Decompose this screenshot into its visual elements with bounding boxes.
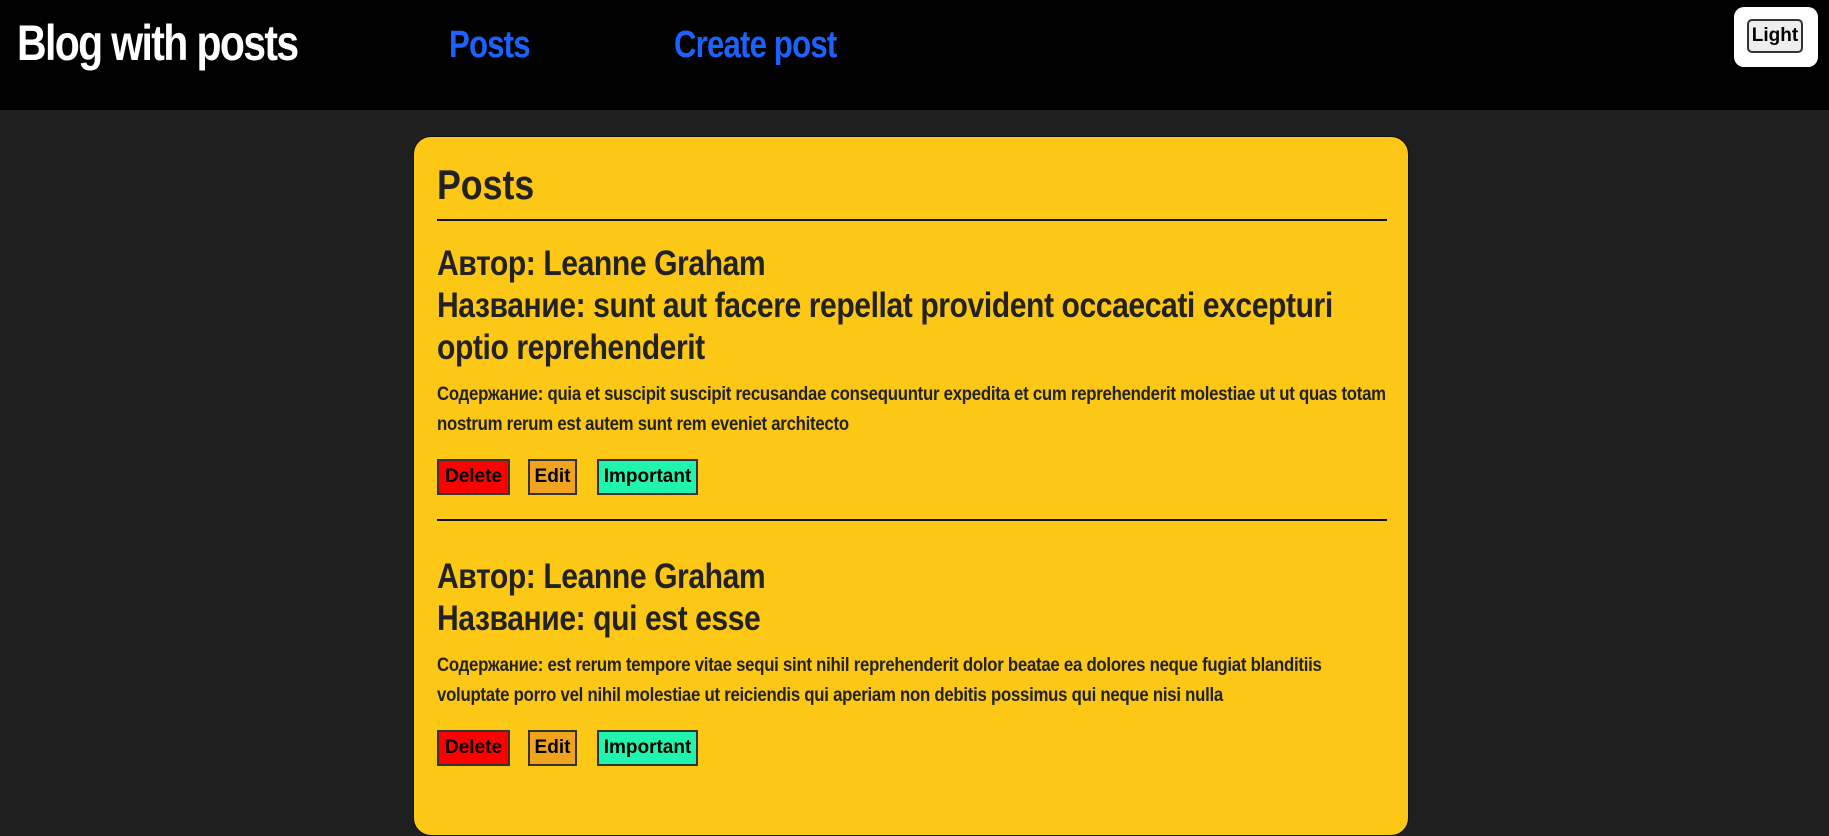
post-item: Автор: Leanne Graham Название: sunt aut … [437,243,1387,439]
delete-button[interactable]: Delete [437,459,510,495]
nav-link-posts[interactable]: Posts [449,24,531,67]
post-author: Автор: Leanne Graham [437,244,766,283]
post-name: Название: qui est esse [437,599,761,638]
nav-link-create-post[interactable]: Create post [674,24,837,67]
theme-toggle-button[interactable]: Light [1747,19,1803,53]
page-title: Posts [437,161,535,208]
posts-card: Posts Автор: Leanne Graham Название: sun… [413,136,1409,836]
post-author: Автор: Leanne Graham [437,557,766,596]
important-button[interactable]: Important [597,459,698,495]
site-header: Blog with posts Posts Create post Light [0,0,1829,110]
delete-button[interactable]: Delete [437,730,510,766]
theme-toggle-container: Light [1734,7,1818,67]
post-item: Автор: Leanne Graham Название: qui est e… [437,556,1387,710]
divider [437,519,1387,521]
site-title: Blog with posts [17,15,299,71]
edit-button[interactable]: Edit [528,730,577,766]
post-body: Содержание: est rerum tempore vitae sequ… [437,654,1322,706]
post-body: Содержание: quia et suscipit suscipit re… [437,383,1386,435]
important-button[interactable]: Important [597,730,698,766]
post-name: Название: sunt aut facere repellat provi… [437,286,1333,367]
edit-button[interactable]: Edit [528,459,577,495]
divider [437,219,1387,221]
